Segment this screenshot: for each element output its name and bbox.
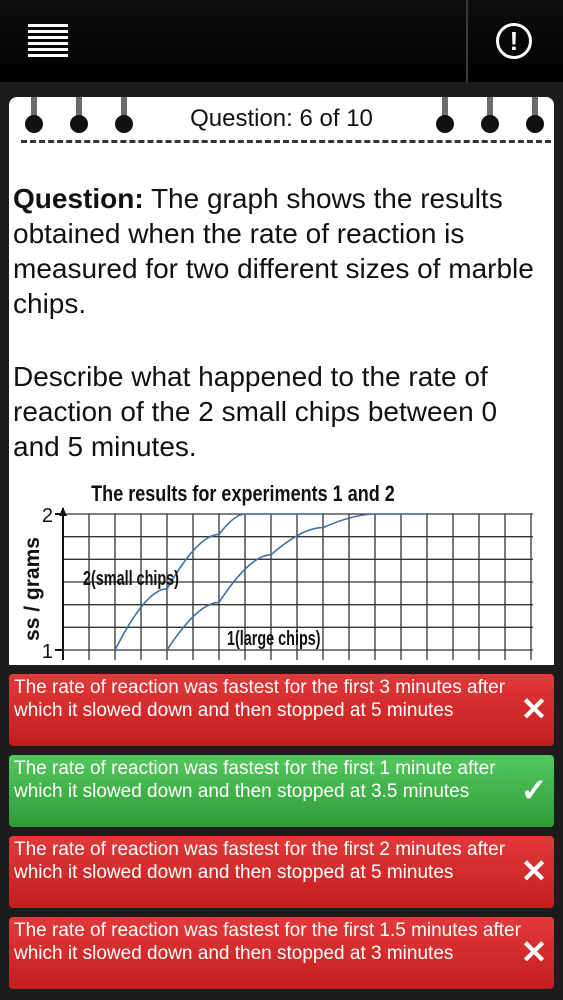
results-graph: The results for experiments 1 and 2 2 1ss… <box>21 482 533 663</box>
topbar-divider <box>466 0 468 82</box>
answer-option-3[interactable]: The rate of reaction was fastest for the… <box>9 836 554 908</box>
answer-option-4[interactable]: The rate of reaction was fastest for the… <box>9 917 554 989</box>
hamburger-menu-icon[interactable] <box>28 24 68 58</box>
checkmark-icon: ✓ <box>520 772 548 808</box>
cross-icon: ✕ <box>520 691 548 727</box>
top-bar: ! <box>0 0 563 82</box>
answer-option-2[interactable]: The rate of reaction was fastest for the… <box>9 755 554 827</box>
chart-labels: 2(small chips) 1(large chips) <box>83 567 321 650</box>
answer-text: The rate of reaction was fastest for the… <box>14 758 496 802</box>
question-counter: Question: 6 of 10 <box>190 105 373 132</box>
dashed-divider <box>21 140 551 143</box>
y-tick-label: 2 <box>42 505 53 527</box>
answer-text: The rate of reaction was fastest for the… <box>14 839 506 883</box>
cross-icon: ✕ <box>520 853 548 889</box>
y-axis-label: ss / grams <box>21 537 44 641</box>
question-label: Question: <box>13 183 144 214</box>
answer-text: The rate of reaction was fastest for the… <box>14 677 506 721</box>
chart-title: The results for experiments 1 and 2 <box>91 482 395 506</box>
answer-text: The rate of reaction was fastest for the… <box>14 920 521 964</box>
cross-icon: ✕ <box>520 934 548 970</box>
question-instruction: Describe what happened to the rate of re… <box>13 361 498 462</box>
series-label: 2(small chips) <box>83 567 179 590</box>
y-tick-label: 1 <box>42 641 53 663</box>
question-card: Question: 6 of 10 Question: The graph sh… <box>9 97 554 665</box>
series-label: 1(large chips) <box>227 627 321 650</box>
question-text: Question: The graph shows the results ob… <box>13 181 543 321</box>
exclamation-circle-icon[interactable]: ! <box>496 23 532 59</box>
chart-axes: 2 1ss / grams <box>21 505 67 663</box>
answer-option-1[interactable]: The rate of reaction was fastest for the… <box>9 674 554 746</box>
